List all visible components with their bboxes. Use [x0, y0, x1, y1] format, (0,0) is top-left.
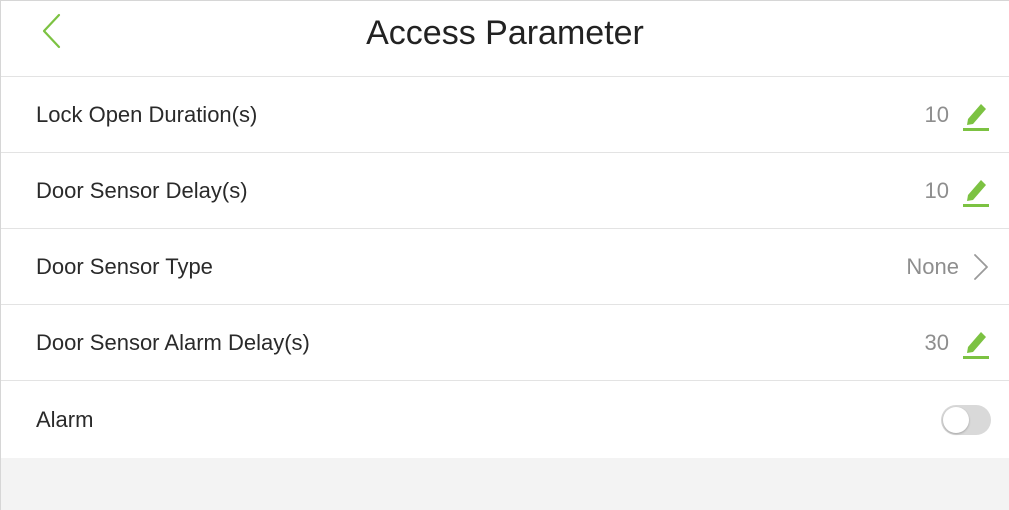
row-label: Lock Open Duration(s) [36, 101, 258, 127]
row-alarm[interactable]: Alarm [1, 381, 1009, 458]
row-value: 10 [924, 177, 949, 203]
alarm-toggle[interactable] [941, 404, 991, 435]
header-bar: Access Parameter [1, 1, 1009, 77]
row-door-sensor-delay[interactable]: Door Sensor Delay(s) 10 [1, 153, 1009, 229]
settings-list: Lock Open Duration(s) 10 Door Sensor Del… [1, 77, 1009, 458]
row-right: 30 [925, 327, 991, 359]
row-value: 10 [924, 101, 949, 127]
row-label: Door Sensor Type [36, 253, 213, 279]
row-lock-open-duration[interactable]: Lock Open Duration(s) 10 [1, 77, 1009, 153]
pencil-edit-icon[interactable] [961, 175, 991, 207]
row-right: None [906, 252, 991, 282]
row-door-sensor-alarm-delay[interactable]: Door Sensor Alarm Delay(s) 30 [1, 305, 1009, 381]
row-label: Door Sensor Alarm Delay(s) [36, 329, 310, 355]
pencil-edit-icon[interactable] [961, 327, 991, 359]
pencil-edit-icon[interactable] [961, 99, 991, 131]
row-value: 30 [924, 329, 949, 355]
row-right: 10 [925, 175, 991, 207]
row-door-sensor-type[interactable]: Door Sensor Type None [1, 229, 1009, 305]
access-parameter-screen: Access Parameter Lock Open Duration(s) 1… [0, 0, 1009, 510]
page-title: Access Parameter [366, 14, 644, 52]
toggle-knob [943, 406, 969, 433]
chevron-right-icon[interactable] [971, 252, 991, 282]
row-right [941, 404, 991, 435]
row-label: Alarm [36, 406, 94, 432]
row-right: 10 [925, 99, 991, 131]
row-value: None [906, 253, 959, 279]
row-label: Door Sensor Delay(s) [36, 177, 248, 203]
